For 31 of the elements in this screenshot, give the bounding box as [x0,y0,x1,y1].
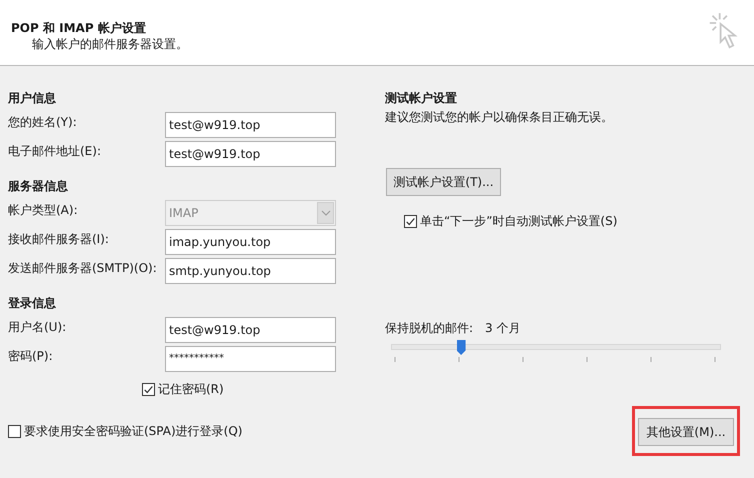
other-settings-button[interactable]: 其他设置(M)... [638,418,734,446]
test-settings-button[interactable]: 测试帐户设置(T)... [386,168,501,196]
auto-test-checkbox[interactable] [404,214,417,228]
input-field[interactable]: smtp.yunyou.top [165,258,336,284]
slider-thumb[interactable] [456,340,466,355]
field-label: 用户名(U): [8,319,68,336]
field-label: 接收邮件服务器(I): [8,231,110,248]
checkbox-label: 单击“下一步”时自动测试帐户设置(S) [420,213,618,229]
checkbox-label: 要求使用安全密码验证(SPA)进行登录(Q) [24,423,242,439]
spa-checkbox[interactable] [8,424,21,438]
field-label: 密码(P): [8,348,54,365]
dialog-title: POP 和 IMAP 帐户设置 [11,20,147,36]
description-text: 建议您测试您的帐户以确保条目正确无误。 [385,109,614,125]
input-field[interactable]: test@w919.top [165,112,336,138]
slider-label: 保持脱机的邮件: [385,320,474,336]
input-field[interactable]: test@w919.top [165,141,336,167]
section-heading: 用户信息 [8,90,57,107]
input-field[interactable]: imap.yunyou.top [165,229,336,255]
field-label: 帐户类型(A): [8,202,79,219]
field-label: 您的姓名(Y): [8,114,78,131]
field-label: 发送邮件服务器(SMTP)(O): [8,260,158,277]
password-field[interactable]: *********** [165,346,336,372]
section-heading: 登录信息 [8,295,57,312]
checkbox-label: 记住密码(R) [158,381,224,397]
field-label: 电子邮件地址(E): [8,143,102,160]
section-heading: 服务器信息 [8,178,69,195]
dialog-subtitle: 输入帐户的邮件服务器设置。 [31,36,188,52]
slider-value: 3 个月 [485,320,520,336]
section-heading: 测试帐户设置 [385,90,458,107]
remember-checkbox[interactable] [142,382,155,396]
input-field[interactable]: test@w919.top [165,317,336,343]
